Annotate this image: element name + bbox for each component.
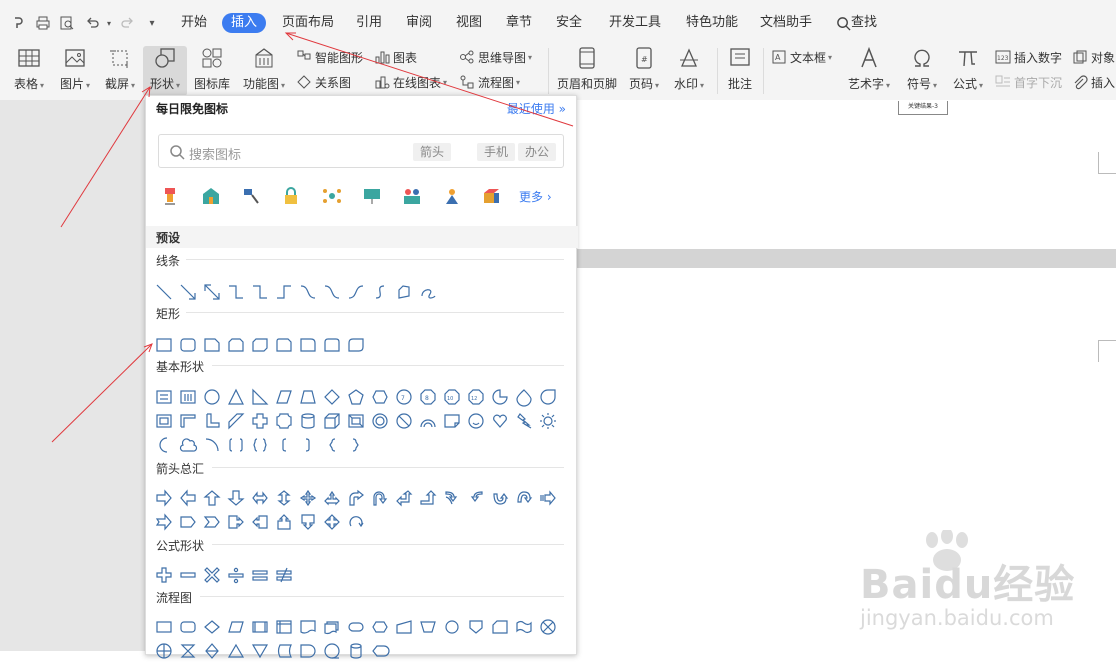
annotation-arrows xyxy=(51,32,574,443)
annotation-arrow-to-shape-button xyxy=(60,86,151,228)
annotation-arrowhead xyxy=(284,32,296,41)
annotation-arrow-to-insert-tab xyxy=(285,32,574,127)
annotation-arrow-to-rectangle xyxy=(51,343,153,443)
